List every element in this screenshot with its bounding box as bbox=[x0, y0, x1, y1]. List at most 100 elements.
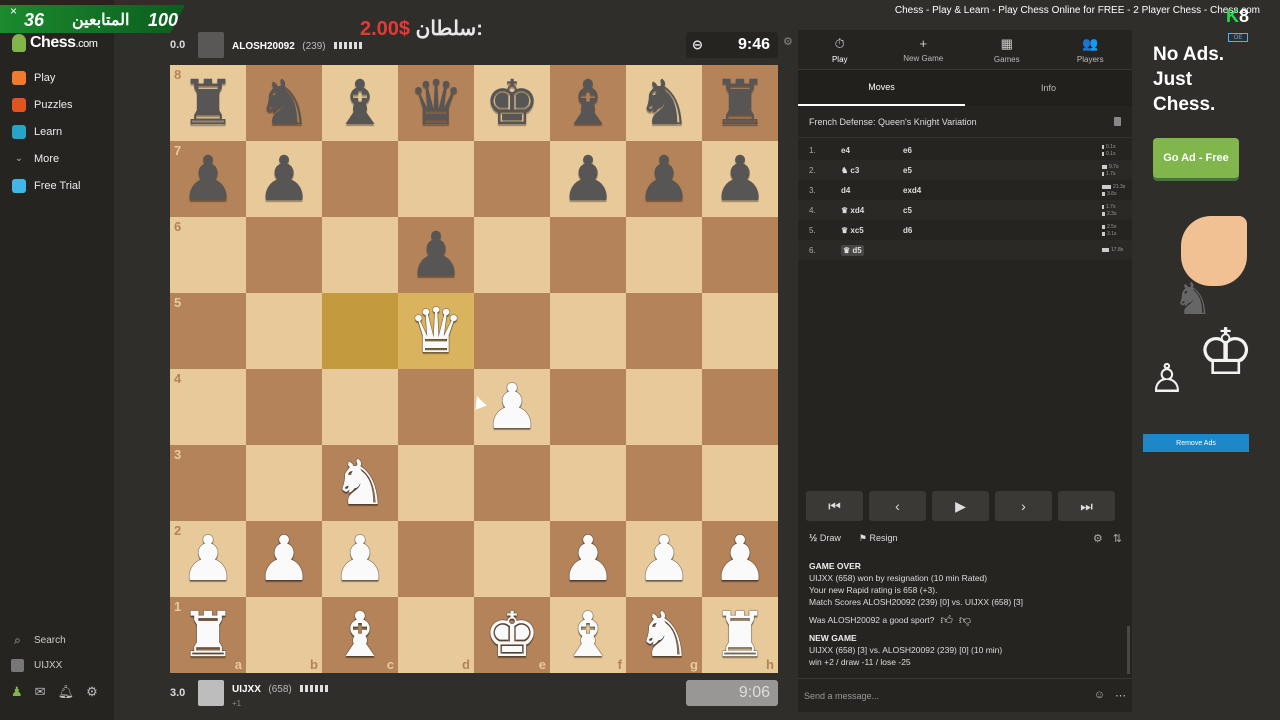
more-options-icon[interactable]: ⋯ bbox=[1115, 689, 1126, 702]
square-c6[interactable] bbox=[322, 217, 398, 293]
square-b5[interactable] bbox=[246, 293, 322, 369]
remove-ads-link[interactable]: Remove Ads bbox=[1143, 434, 1249, 452]
white-move[interactable]: ♛ d5 bbox=[841, 244, 864, 256]
square-e5[interactable] bbox=[474, 293, 550, 369]
square-e4[interactable]: ♟ bbox=[474, 369, 550, 445]
notifications-icon[interactable]: 🔔︎ bbox=[58, 684, 75, 700]
square-d7[interactable] bbox=[398, 141, 474, 217]
black-knight-icon[interactable]: ♞ bbox=[256, 72, 312, 134]
square-h8[interactable]: ♜ bbox=[702, 65, 778, 141]
square-h3[interactable] bbox=[702, 445, 778, 521]
white-bishop-icon[interactable]: ♝ bbox=[332, 604, 388, 666]
square-d8[interactable]: ♛ bbox=[398, 65, 474, 141]
black-rook-icon[interactable]: ♜ bbox=[712, 72, 768, 134]
square-e3[interactable] bbox=[474, 445, 550, 521]
black-bishop-icon[interactable]: ♝ bbox=[560, 72, 616, 134]
white-bishop-icon[interactable]: ♝ bbox=[560, 604, 616, 666]
go-ad-free-button[interactable]: Go Ad - Free bbox=[1153, 138, 1239, 178]
black-pawn-icon[interactable]: ♟ bbox=[560, 148, 616, 210]
thumbs-down-icon[interactable]: 👎︎ bbox=[959, 614, 971, 626]
square-f7[interactable]: ♟ bbox=[550, 141, 626, 217]
square-h1[interactable]: h ♜ bbox=[702, 597, 778, 673]
white-knight-icon[interactable]: ♞ bbox=[332, 452, 388, 514]
black-queen-icon[interactable]: ♛ bbox=[408, 72, 464, 134]
white-rook-icon[interactable]: ♜ bbox=[180, 604, 236, 666]
black-move[interactable]: d6 bbox=[903, 226, 965, 235]
square-b2[interactable]: ♟ bbox=[246, 521, 322, 597]
analysis-icon[interactable]: ⚙ bbox=[1093, 532, 1103, 545]
square-a4[interactable]: 4 bbox=[170, 369, 246, 445]
black-move[interactable]: e6 bbox=[903, 146, 965, 155]
close-icon[interactable]: × bbox=[10, 4, 17, 18]
previous-move-button[interactable]: ‹ bbox=[869, 491, 926, 521]
square-h2[interactable]: ♟ bbox=[702, 521, 778, 597]
sidebar-item-play[interactable]: Play bbox=[0, 64, 114, 91]
white-pawn-icon[interactable]: ♟ bbox=[256, 528, 312, 590]
sidebar-user[interactable]: UIJXX bbox=[0, 653, 114, 678]
opening-name[interactable]: French Defense: Queen's Knight Variation bbox=[809, 117, 977, 127]
tab-players[interactable]: 👥 Players bbox=[1049, 30, 1133, 69]
square-f1[interactable]: f ♝ bbox=[550, 597, 626, 673]
emoji-icon[interactable]: ☺ bbox=[1094, 689, 1105, 702]
square-c7[interactable] bbox=[322, 141, 398, 217]
square-g4[interactable] bbox=[626, 369, 702, 445]
play-button[interactable]: ▶ bbox=[932, 491, 989, 521]
white-pawn-icon[interactable]: ♟ bbox=[332, 528, 388, 590]
square-c2[interactable]: ♟ bbox=[322, 521, 398, 597]
white-queen-icon[interactable]: ♛ bbox=[408, 300, 464, 362]
square-h5[interactable] bbox=[702, 293, 778, 369]
square-f4[interactable] bbox=[550, 369, 626, 445]
black-move[interactable]: c5 bbox=[903, 206, 965, 215]
square-e1[interactable]: e ♚ bbox=[474, 597, 550, 673]
square-d1[interactable]: d bbox=[398, 597, 474, 673]
thumbs-up-icon[interactable]: 👍︎ bbox=[940, 614, 953, 626]
chat-input[interactable]: Send a message... bbox=[804, 691, 879, 701]
square-g2[interactable]: ♟ bbox=[626, 521, 702, 597]
black-bishop-icon[interactable]: ♝ bbox=[332, 72, 388, 134]
square-b8[interactable]: ♞ bbox=[246, 65, 322, 141]
square-d4[interactable] bbox=[398, 369, 474, 445]
square-a5[interactable]: 5 bbox=[170, 293, 246, 369]
square-b3[interactable] bbox=[246, 445, 322, 521]
white-rook-icon[interactable]: ♜ bbox=[712, 604, 768, 666]
opening-book-icon[interactable] bbox=[1114, 117, 1121, 126]
square-g5[interactable] bbox=[626, 293, 702, 369]
white-move[interactable]: ♞ c3 bbox=[841, 166, 903, 175]
draw-button[interactable]: ½ Draw bbox=[809, 533, 841, 544]
white-pawn-icon[interactable]: ♟ bbox=[712, 528, 768, 590]
white-move[interactable]: ♛ xc5 bbox=[841, 226, 903, 235]
square-a2[interactable]: 2 ♟ bbox=[170, 521, 246, 597]
square-f8[interactable]: ♝ bbox=[550, 65, 626, 141]
square-h4[interactable] bbox=[702, 369, 778, 445]
square-d2[interactable] bbox=[398, 521, 474, 597]
first-move-button[interactable]: ⏮ bbox=[806, 491, 863, 521]
square-e2[interactable] bbox=[474, 521, 550, 597]
sidebar-item-learn[interactable]: Learn bbox=[0, 118, 114, 145]
messages-icon[interactable]: ✉ bbox=[35, 684, 46, 700]
tab-new-game[interactable]: + New Game bbox=[882, 30, 966, 69]
board-settings-gear-icon[interactable]: ⚙ bbox=[783, 35, 793, 48]
square-a1[interactable]: 1 a ♜ bbox=[170, 597, 246, 673]
square-e7[interactable] bbox=[474, 141, 550, 217]
square-g7[interactable]: ♟ bbox=[626, 141, 702, 217]
black-move[interactable]: e5 bbox=[903, 166, 965, 175]
chess-board[interactable]: 8 ♜ ♞ ♝ ♛ ♚ ♝ ♞ ♜ 7 ♟ ♟ ♟ ♟ ♟ 6 ♟ 5 ♛ 4 ♟ 3 ♞ 2 ♟ ♟ ♟ ♟ ♟ ♟ 1 a ♜ b c ♝ d e ♚ f… bbox=[170, 65, 778, 673]
black-pawn-icon[interactable]: ♟ bbox=[712, 148, 768, 210]
square-a8[interactable]: 8 ♜ bbox=[170, 65, 246, 141]
black-knight-icon[interactable]: ♞ bbox=[636, 72, 692, 134]
top-player-avatar[interactable] bbox=[198, 32, 224, 58]
square-b4[interactable] bbox=[246, 369, 322, 445]
square-e6[interactable] bbox=[474, 217, 550, 293]
white-move[interactable]: e4 bbox=[841, 146, 903, 155]
square-c4[interactable] bbox=[322, 369, 398, 445]
square-h6[interactable] bbox=[702, 217, 778, 293]
chess-com-logo[interactable]: Chess.com bbox=[12, 34, 98, 52]
white-pawn-icon[interactable]: ♟ bbox=[560, 528, 616, 590]
square-f3[interactable] bbox=[550, 445, 626, 521]
square-g3[interactable] bbox=[626, 445, 702, 521]
black-rook-icon[interactable]: ♜ bbox=[180, 72, 236, 134]
white-pawn-icon[interactable]: ♟ bbox=[484, 376, 540, 438]
chat-scrollbar[interactable] bbox=[1127, 626, 1130, 674]
last-move-button[interactable]: ⏭ bbox=[1058, 491, 1115, 521]
square-h7[interactable]: ♟ bbox=[702, 141, 778, 217]
